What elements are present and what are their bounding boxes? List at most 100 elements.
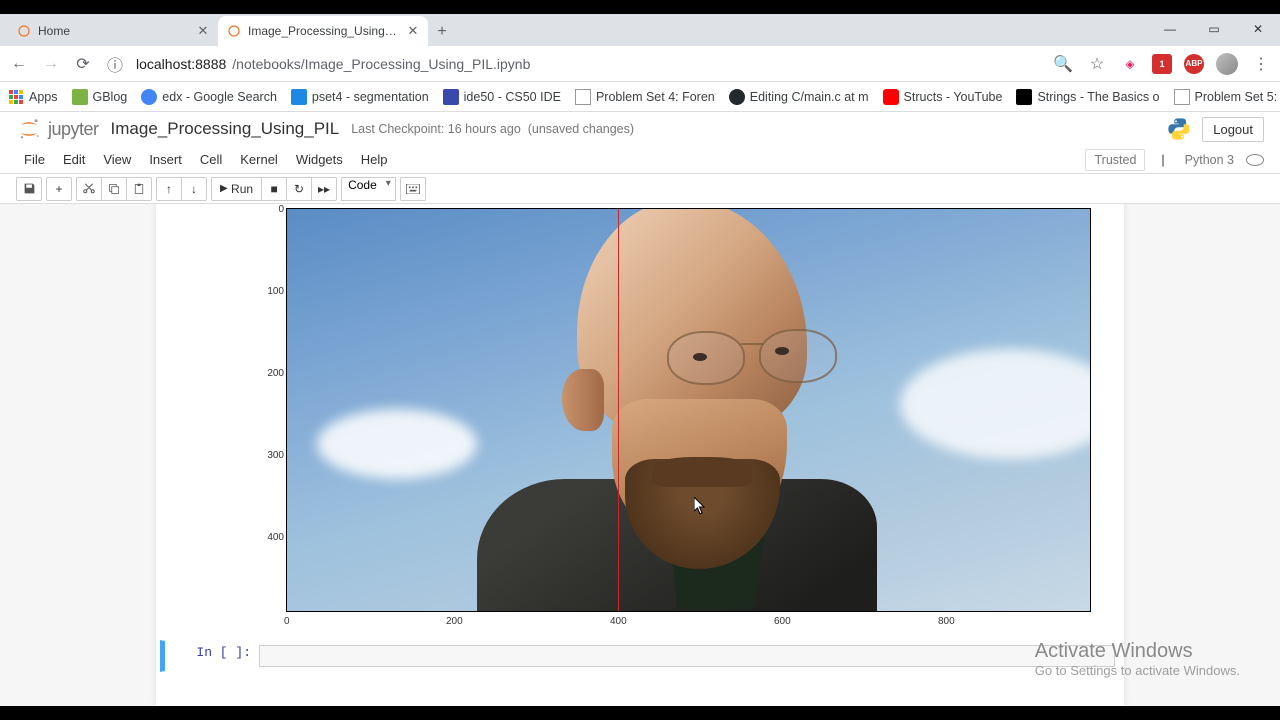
zoom-icon[interactable]: 🔍 [1052, 53, 1074, 75]
new-tab-button[interactable]: + [428, 18, 456, 46]
restart-button[interactable]: ↻ [286, 177, 312, 201]
checkpoint-status: Last Checkpoint: 16 hours ago (unsaved c… [351, 122, 634, 136]
save-icon [23, 182, 36, 195]
jupyter-logo[interactable]: jupyter [16, 116, 99, 142]
apps-grid-icon [8, 89, 24, 105]
bookmarks-bar: Apps GBlog edx - Google Search pset4 - s… [0, 82, 1280, 112]
jupyter-logo-icon [16, 116, 42, 142]
close-tab-icon[interactable]: ✕ [196, 24, 210, 38]
x-tick-label: 400 [610, 616, 627, 627]
trusted-badge[interactable]: Trusted [1085, 149, 1145, 171]
bookmark-favicon-icon [141, 89, 157, 105]
back-button[interactable]: ← [8, 53, 30, 75]
bookmark-item[interactable]: Editing C/main.c at m [729, 89, 869, 105]
bookmark-favicon-icon [1174, 89, 1190, 105]
youtube-icon [883, 89, 899, 105]
notebook-body[interactable]: 0 100 200 300 400 0 200 400 600 800 In [… [0, 204, 1280, 706]
code-cell[interactable]: In [ ]: [160, 640, 1120, 672]
bookmark-star-icon[interactable]: ☆ [1086, 53, 1108, 75]
input-prompt: In [ ]: [169, 645, 259, 667]
paste-button[interactable] [126, 177, 152, 201]
x-tick-label: 600 [774, 616, 791, 627]
x-tick-label: 200 [446, 616, 463, 627]
site-info-icon[interactable]: ⓘ [104, 53, 126, 75]
menu-insert[interactable]: Insert [141, 149, 190, 170]
move-up-button[interactable]: ↑ [156, 177, 182, 201]
move-down-button[interactable]: ↓ [181, 177, 207, 201]
bookmark-item[interactable]: Problem Set 4: Foren [575, 89, 715, 105]
browser-tab-home[interactable]: Home ✕ [8, 16, 218, 46]
add-cell-button[interactable]: + [46, 177, 72, 201]
overlay-vertical-line [618, 209, 619, 611]
bookmark-item[interactable]: pset4 - segmentation [291, 89, 429, 105]
save-button[interactable] [16, 177, 42, 201]
copy-icon [108, 183, 120, 195]
menu-edit[interactable]: Edit [55, 149, 93, 170]
cell-output: 0 100 200 300 400 0 200 400 600 800 [160, 208, 1120, 632]
logout-button[interactable]: Logout [1202, 117, 1264, 142]
cell-type-select[interactable]: Code [341, 177, 396, 201]
extension-icon[interactable]: 1 [1152, 54, 1172, 74]
apps-button[interactable]: Apps [8, 89, 58, 105]
restart-run-all-button[interactable]: ▸▸ [311, 177, 337, 201]
menu-kernel[interactable]: Kernel [232, 149, 286, 170]
browser-tab-notebook[interactable]: Image_Processing_Using_PIL ✕ [218, 16, 428, 46]
github-icon [729, 89, 745, 105]
adblock-icon[interactable]: ABP [1184, 54, 1204, 74]
tab-title: Image_Processing_Using_PIL [248, 24, 400, 38]
bookmark-item[interactable]: Problem Set 5: Mispe [1174, 89, 1280, 105]
profile-avatar[interactable] [1216, 53, 1238, 75]
copy-button[interactable] [101, 177, 127, 201]
notebook-title[interactable]: Image_Processing_Using_PIL [111, 119, 340, 139]
y-tick-label: 400 [260, 532, 284, 543]
menu-cell[interactable]: Cell [192, 149, 230, 170]
cut-button[interactable] [76, 177, 102, 201]
cut-icon [83, 183, 95, 195]
bookmark-item[interactable]: Structs - YouTube [883, 89, 1003, 105]
menu-file[interactable]: File [16, 149, 53, 170]
menu-widgets[interactable]: Widgets [288, 149, 351, 170]
python-logo-icon [1166, 116, 1192, 142]
bookmark-favicon-icon [291, 89, 307, 105]
plot-image-area [286, 208, 1091, 612]
image-subject [517, 208, 847, 599]
interrupt-button[interactable]: ■ [261, 177, 287, 201]
browser-menu-icon[interactable]: ⋮ [1250, 53, 1272, 75]
menu-help[interactable]: Help [353, 149, 396, 170]
browser-tab-strip: Home ✕ Image_Processing_Using_PIL ✕ + — … [0, 14, 1280, 46]
bookmark-item[interactable]: Strings - The Basics o [1016, 89, 1159, 105]
extension-icon[interactable]: ◈ [1120, 54, 1140, 74]
window-maximize-button[interactable]: ▭ [1192, 14, 1236, 44]
x-tick-label: 800 [938, 616, 955, 627]
jupyter-brand-text: jupyter [48, 119, 99, 140]
notebook-menubar: File Edit View Insert Cell Kernel Widget… [0, 146, 1280, 174]
url-path: /notebooks/Image_Processing_Using_PIL.ip… [232, 56, 530, 72]
code-input[interactable] [259, 645, 1115, 667]
jupyter-favicon-icon [226, 23, 242, 39]
forward-button[interactable]: → [40, 53, 62, 75]
command-palette-button[interactable] [400, 177, 426, 201]
reload-button[interactable]: ⟳ [72, 53, 94, 75]
window-minimize-button[interactable]: — [1148, 14, 1192, 44]
run-button[interactable]: ▶ Run [211, 177, 262, 201]
bookmark-favicon-icon [443, 89, 459, 105]
notebook-toolbar: + ↑ ↓ ▶ Run ■ ↻ ▸▸ Code [0, 174, 1280, 204]
window-close-button[interactable]: ✕ [1236, 14, 1280, 44]
bookmark-item[interactable]: GBlog [72, 89, 128, 105]
tab-title: Home [38, 24, 190, 38]
kernel-idle-icon [1246, 154, 1264, 166]
y-tick-label: 300 [260, 450, 284, 461]
bookmark-item[interactable]: edx - Google Search [141, 89, 277, 105]
url-field[interactable]: localhost:8888/notebooks/Image_Processin… [136, 56, 1042, 72]
kernel-status[interactable]: | Python 3 [1153, 150, 1264, 170]
bookmark-favicon-icon [1016, 89, 1032, 105]
jupyter-favicon-icon [16, 23, 32, 39]
menu-view[interactable]: View [95, 149, 139, 170]
close-tab-icon[interactable]: ✕ [406, 24, 420, 38]
y-tick-label: 200 [260, 368, 284, 379]
bookmark-favicon-icon [72, 89, 88, 105]
browser-address-bar: ← → ⟳ ⓘ localhost:8888/notebooks/Image_P… [0, 46, 1280, 82]
bookmark-item[interactable]: ide50 - CS50 IDE [443, 89, 561, 105]
y-tick-label: 100 [260, 286, 284, 297]
y-tick-label: 0 [260, 204, 284, 215]
